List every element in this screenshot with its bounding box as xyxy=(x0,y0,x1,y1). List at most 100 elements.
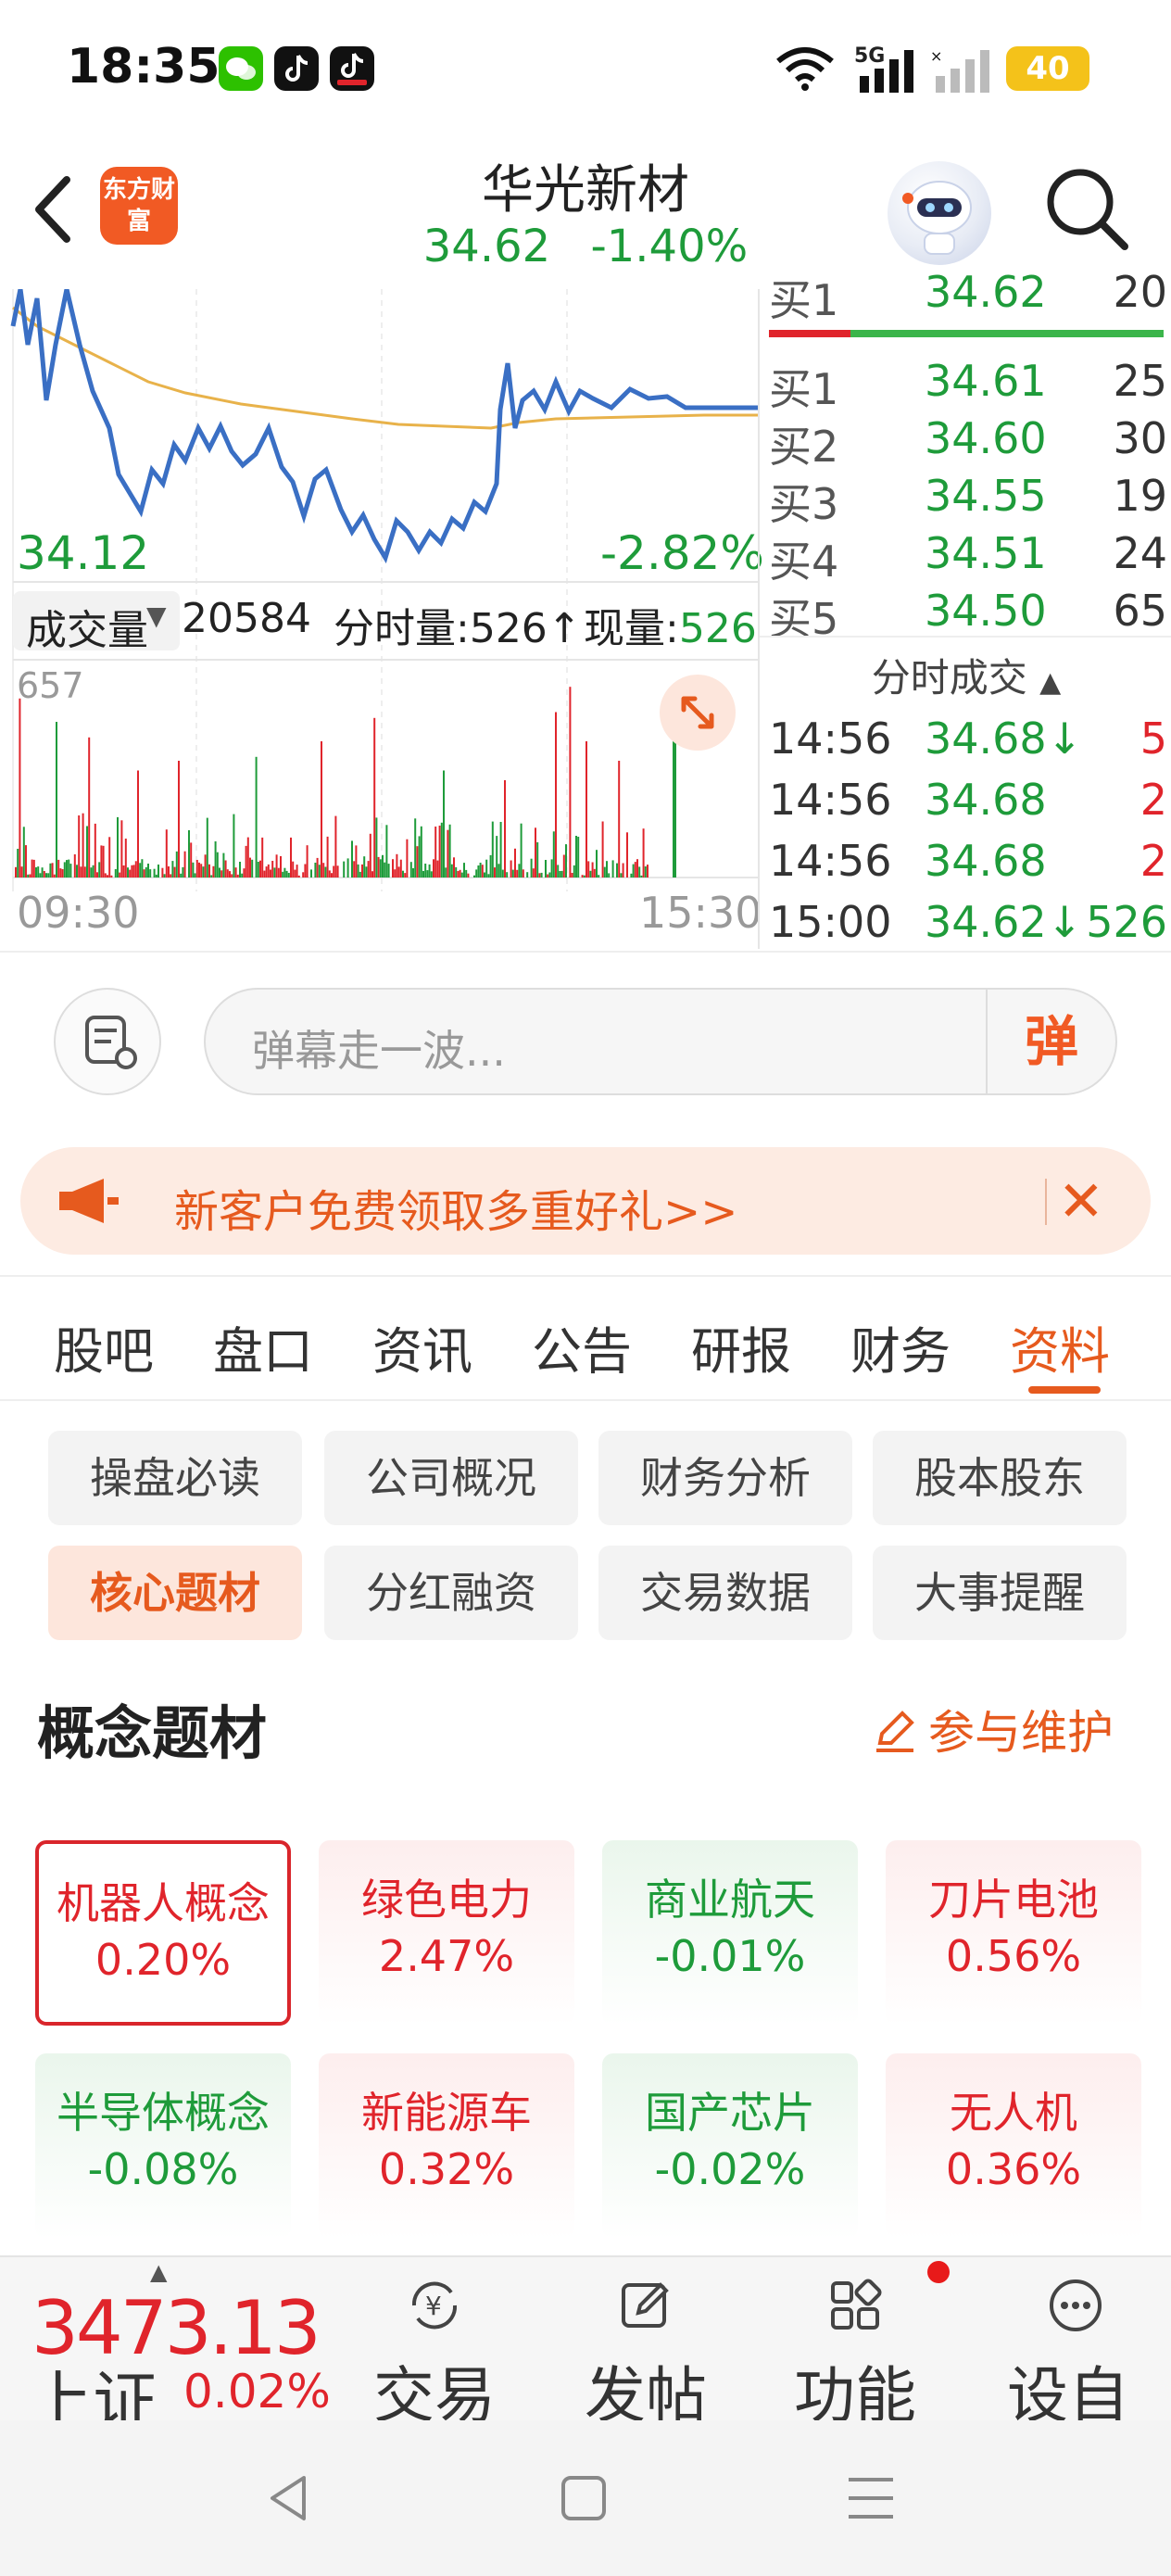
danmu-settings-button[interactable] xyxy=(54,988,161,1095)
maintain-label: 参与维护 xyxy=(928,1706,1114,1760)
volume-bar xyxy=(357,864,359,878)
trades-header[interactable]: 分时成交 ▲ xyxy=(760,647,1171,703)
volume-bar xyxy=(622,863,624,878)
volume-bar xyxy=(638,866,641,878)
volume-bar xyxy=(359,871,361,878)
volume-bar xyxy=(139,863,142,878)
stock-name: 华光新材 xyxy=(482,160,689,221)
tab-3[interactable]: 公告 xyxy=(532,1310,632,1383)
volume-bar xyxy=(229,871,231,878)
nav-home-icon[interactable] xyxy=(560,2474,608,2522)
volume-bar xyxy=(182,866,184,878)
volume-bar xyxy=(137,770,139,878)
volume-bar xyxy=(134,861,137,878)
concept-pct: -0.01% xyxy=(654,1931,806,1981)
maintain-button[interactable]: 参与维护 xyxy=(871,1696,1114,1762)
expand-chart-button[interactable] xyxy=(660,675,736,751)
volume-bar xyxy=(29,874,31,878)
volume-bar xyxy=(632,864,635,878)
functions-button[interactable]: 功能 xyxy=(786,2257,925,2431)
add-watchlist-button[interactable]: 设自选 xyxy=(997,2257,1154,2520)
nav-menu-icon[interactable] xyxy=(845,2474,897,2522)
nav-back-icon[interactable] xyxy=(263,2472,315,2524)
volume-bar xyxy=(119,872,121,878)
concept-card[interactable]: 商业航天 -0.01% xyxy=(602,1840,858,2026)
volume-bar xyxy=(168,866,170,878)
trade-volume: 2 xyxy=(1140,836,1167,886)
volume-bar xyxy=(73,854,76,878)
volume-bar xyxy=(616,863,618,878)
volume-bar xyxy=(255,756,258,878)
edit-icon xyxy=(622,2282,669,2328)
sub-button[interactable]: 大事提醒 xyxy=(873,1546,1127,1640)
bid-label: 买3 xyxy=(769,479,839,529)
volume-bar xyxy=(51,863,54,878)
volume-bar xyxy=(545,860,547,878)
search-icon[interactable] xyxy=(1043,165,1132,254)
volume-bar xyxy=(267,864,270,878)
volume-bar xyxy=(316,857,319,878)
concept-card[interactable]: 绿色电力 2.47% xyxy=(319,1840,574,2026)
sub-button[interactable]: 交易数据 xyxy=(598,1546,852,1640)
post-button[interactable]: 发帖 xyxy=(576,2257,715,2431)
volume-bar xyxy=(82,813,84,878)
promo-close-button[interactable]: ✕ xyxy=(1058,1169,1104,1234)
danmu-send-button[interactable]: 弹 xyxy=(986,990,1115,1093)
volume-bar xyxy=(497,864,500,878)
trade-button[interactable]: ¥ 交易 xyxy=(365,2257,504,2431)
concept-card[interactable]: 机器人概念 0.20% xyxy=(35,1840,291,2026)
volume-bar xyxy=(314,863,317,878)
volume-bar xyxy=(422,870,424,878)
volume-bar xyxy=(333,865,335,878)
volume-bar xyxy=(511,869,514,878)
concept-section-title: 概念题材 xyxy=(37,1699,268,1767)
sub-button[interactable]: 操盘必读 xyxy=(48,1431,302,1525)
intraday-chart-area[interactable]: 34.12 -2.82% 成交量 ▼ 20584 分时量:526↑ 现量:526… xyxy=(0,289,764,949)
volume-bar xyxy=(414,818,417,878)
promo-banner[interactable]: 新客户免费领取多重好礼>> ✕ xyxy=(20,1147,1151,1255)
sub-button[interactable]: 股本股东 xyxy=(873,1431,1127,1525)
tab-2[interactable]: 资讯 xyxy=(372,1310,472,1383)
sub-button[interactable]: 核心题材 xyxy=(48,1546,302,1640)
concept-card[interactable]: 无人机 0.36% xyxy=(886,2053,1141,2239)
section-tabs: 股吧 盘口 资讯 公告 研报 财务 资料 xyxy=(0,1275,1171,1401)
danmu-input[interactable]: 弹幕走一波... 弹 xyxy=(204,988,1117,1095)
volume-bar xyxy=(96,872,98,878)
concept-card[interactable]: 国产芯片 -0.02% xyxy=(602,2053,858,2239)
trade-price: 34.68 xyxy=(925,775,1047,825)
volume-bar xyxy=(379,859,382,878)
volume-bar xyxy=(25,845,27,878)
sub-button[interactable]: 公司概况 xyxy=(324,1431,578,1525)
tab-6[interactable]: 资料 xyxy=(1010,1310,1110,1383)
volume-bar xyxy=(487,874,490,878)
robot-assistant-avatar[interactable] xyxy=(888,161,991,265)
tab-5[interactable]: 财务 xyxy=(850,1310,951,1383)
wechat-icon xyxy=(219,46,263,91)
volume-bar xyxy=(277,867,280,878)
volume-bar xyxy=(32,859,35,878)
volume-bar xyxy=(377,856,380,878)
sub-button[interactable]: 分红融资 xyxy=(324,1546,578,1640)
index-ticker[interactable]: ▲ 3473.13 上证 0.02% xyxy=(0,2257,334,2440)
concept-card[interactable]: 刀片电池 0.56% xyxy=(886,1840,1141,2026)
volume-bar xyxy=(122,865,125,878)
tab-1[interactable]: 盘口 xyxy=(213,1310,313,1383)
volume-selector[interactable]: 成交量 ▼ xyxy=(13,591,180,654)
tab-0[interactable]: 股吧 xyxy=(54,1310,154,1383)
volume-bar xyxy=(575,836,577,878)
volume-bar xyxy=(593,868,596,878)
tab-4[interactable]: 研报 xyxy=(691,1310,791,1383)
concept-card[interactable]: 半导体概念 -0.08% xyxy=(35,2053,291,2239)
volume-bar xyxy=(265,866,268,878)
volume-bar xyxy=(399,859,402,878)
volume-bar xyxy=(231,874,233,878)
concept-card[interactable]: 新能源车 0.32% xyxy=(319,2053,574,2239)
volume-bar xyxy=(17,849,19,878)
volume-bar xyxy=(210,875,213,878)
sub-button[interactable]: 财务分析 xyxy=(598,1431,852,1525)
volume-bar xyxy=(37,866,40,878)
caret-up-small-icon: ▲ xyxy=(150,2259,168,2285)
volume-bar xyxy=(246,837,249,878)
volume-bar xyxy=(587,861,590,878)
volume-bar xyxy=(251,859,254,878)
